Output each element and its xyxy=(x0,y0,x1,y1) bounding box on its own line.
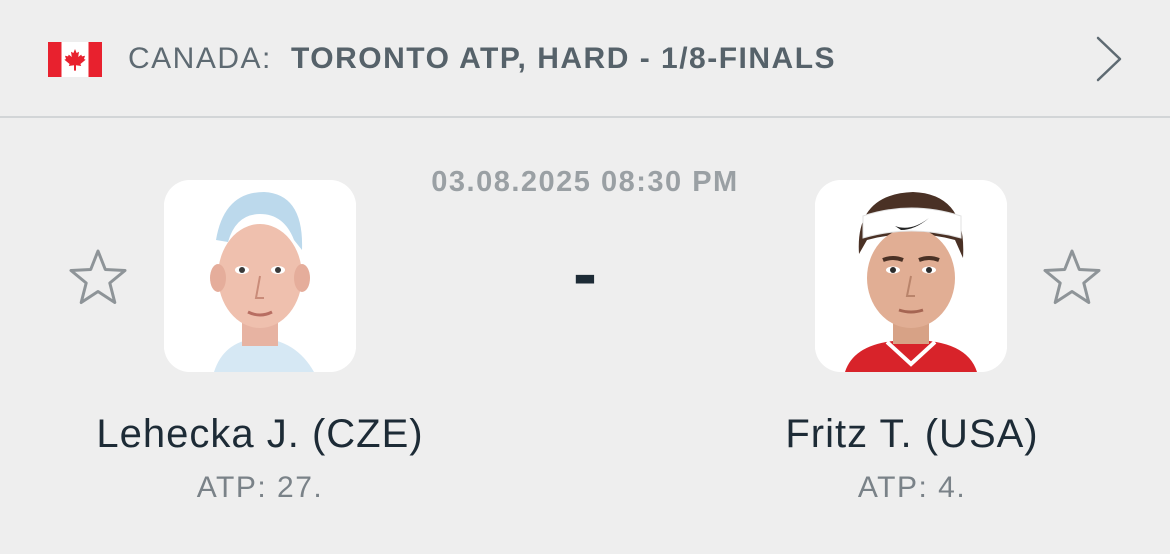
chevron-right-icon[interactable] xyxy=(1092,34,1126,84)
home-player-name[interactable]: Lehecka J. (CZE) xyxy=(10,410,510,458)
away-player-photo[interactable] xyxy=(815,180,1007,372)
tournament-title[interactable]: TORONTO ATP, HARD - 1/8-FINALS xyxy=(291,39,836,79)
country-label: CANADA: xyxy=(128,42,272,75)
away-player-avatar xyxy=(815,180,1007,372)
home-player-rank: ATP: 27. xyxy=(196,471,324,504)
away-player-rank: ATP: 4. xyxy=(857,471,967,504)
canada-flag-icon xyxy=(48,42,102,77)
away-player-name[interactable]: Fritz T. (USA) xyxy=(662,410,1162,458)
favorite-away-star-icon[interactable] xyxy=(1040,246,1104,310)
tournament-header[interactable]: CANADA: TORONTO ATP, HARD - 1/8-FINALS xyxy=(0,0,1170,118)
